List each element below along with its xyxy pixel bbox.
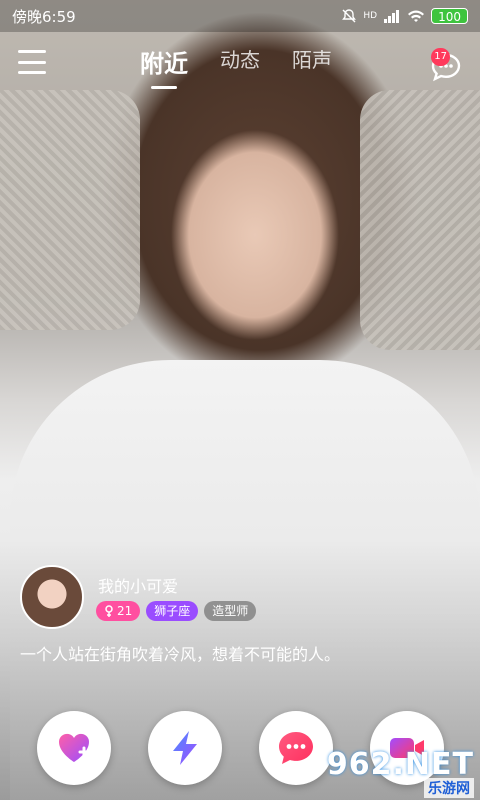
- profile-tags: 21 狮子座 造型师: [96, 601, 257, 621]
- chat-bubble-icon: [278, 732, 313, 764]
- tab-nearby[interactable]: 附近: [140, 44, 188, 79]
- menu-icon-line: [18, 71, 46, 74]
- watermark-logo: 962.NET: [326, 746, 474, 782]
- watermark-sub: 乐游网: [424, 777, 474, 798]
- mute-icon: [342, 9, 357, 23]
- like-button[interactable]: [36, 711, 111, 785]
- zodiac-tag: 狮子座: [146, 601, 199, 621]
- wifi-icon: [408, 10, 425, 22]
- status-time: 傍晚6:59: [12, 7, 76, 26]
- female-icon: [105, 605, 113, 617]
- job-tag: 造型师: [204, 601, 257, 621]
- network-label: HD: [363, 11, 378, 21]
- status-bar: 傍晚6:59 HD 100: [0, 0, 480, 32]
- tab-moments[interactable]: 动态: [220, 44, 260, 79]
- tab-voice[interactable]: 陌声: [292, 44, 332, 79]
- menu-icon-line: [18, 50, 46, 53]
- menu-icon-line: [18, 60, 46, 64]
- status-icons: HD 100: [341, 8, 468, 24]
- profile-photo: [0, 0, 480, 800]
- heart-plus-icon: [58, 733, 89, 762]
- photo-sofa-left: [0, 90, 140, 330]
- tab-bar: 附近 动态 陌声: [140, 44, 332, 79]
- battery-indicator: 100: [431, 8, 468, 24]
- age-value: 21: [117, 604, 133, 618]
- messages-button[interactable]: 17: [430, 48, 462, 82]
- boost-button[interactable]: [147, 711, 222, 785]
- age-tag: 21: [96, 601, 141, 621]
- message-badge: 17: [431, 48, 450, 66]
- signal-icon: [384, 10, 400, 23]
- chat-button[interactable]: [258, 711, 333, 785]
- lightning-icon: [172, 731, 197, 765]
- menu-button[interactable]: [18, 50, 46, 74]
- photo-sofa-right: [360, 90, 480, 350]
- watermark: 962.NET 乐游网: [327, 746, 474, 798]
- profile-bio: 一个人站在街角吹着冷风，想着不可能的人。: [20, 645, 341, 664]
- profile-name: 我的小可爱: [98, 577, 179, 596]
- avatar[interactable]: [20, 565, 84, 629]
- top-nav: 附近 动态 陌声 17: [0, 40, 480, 90]
